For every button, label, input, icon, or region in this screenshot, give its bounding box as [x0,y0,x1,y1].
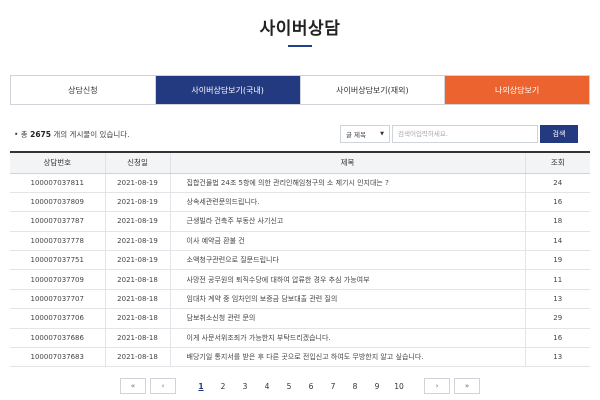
cell-views: 13 [524,347,590,368]
table-row[interactable]: 100007037686 2021-08-18 이게 사문서위조죄가 가능한지 부탁… [10,328,590,349]
first-page-button[interactable]: « [120,378,146,394]
page-number[interactable]: 6 [302,378,320,394]
cell-subject[interactable]: 소액청구관련으로 질문드립니다 [169,250,525,271]
pagination: « ‹ 1 2 3 4 5 6 7 8 9 10 › » [0,378,600,394]
tab-overseas[interactable]: 사이버상담보기(재외) [300,76,446,104]
cell-views: 16 [524,192,590,213]
table-row[interactable]: 100007037811 2021-08-19 집합건물법 24조 5항에 의한 관… [10,173,590,193]
table-row[interactable]: 100007037683 2021-08-18 배당기일 통지서를 받은 후 다른 … [10,347,590,368]
last-page-button[interactable]: » [454,378,480,394]
col-header-date: 신청일 [104,152,170,174]
cell-subject[interactable]: 담보취소신청 관련 문의 [169,308,525,329]
cell-number: 100007037683 [10,347,105,368]
search-input[interactable] [392,125,538,143]
cell-views: 19 [524,250,590,271]
page-number[interactable]: 10 [390,378,408,394]
page-number[interactable]: 9 [368,378,386,394]
table-row[interactable]: 100007037707 2021-08-18 임대차 계약 중 임차인의 보증금 … [10,289,590,310]
cell-date: 2021-08-19 [104,192,170,213]
post-count: • 총 2675 개의 게시물이 있습니다. [14,129,130,140]
col-header-subject: 제목 [169,152,525,174]
col-header-views: 조회 [524,152,590,174]
cell-number: 100007037751 [10,250,105,271]
page-number[interactable]: 5 [280,378,298,394]
search-field-value: 글 제목 [346,131,367,139]
cell-number: 100007037686 [10,328,105,349]
table-header-row: 상담번호 신청일 제목 조회 [10,152,590,174]
cell-subject[interactable]: 사망전 공무원의 퇴직수당에 대하여 압류한 경우 추심 가능여부 [169,269,525,290]
cell-number: 100007037778 [10,231,105,252]
cell-subject[interactable]: 배당기일 통지서를 받은 후 다른 곳으로 전입신고 하여도 무방한지 알고 싶… [169,347,525,368]
cell-date: 2021-08-18 [104,308,170,329]
page-number[interactable]: 2 [214,378,232,394]
table-row[interactable]: 100007037778 2021-08-19 이사 예약금 환불 건 14 [10,231,590,252]
cell-subject[interactable]: 이게 사문서위조죄가 가능한지 부탁드리겠습니다. [169,328,525,349]
cell-date: 2021-08-19 [104,173,170,193]
tab-domestic[interactable]: 사이버상담보기(국내) [155,76,301,104]
cell-subject[interactable]: 집합건물법 24조 5항에 의한 관리인해임청구의 소 제기시 인지대는 ? [169,173,525,193]
cell-number: 100007037707 [10,289,105,310]
chevron-down-icon: ▼ [380,131,384,137]
table-row[interactable]: 100007037709 2021-08-18 사망전 공무원의 퇴직수당에 대하여… [10,269,590,290]
page-title: 사이버상담 [259,19,341,39]
page-number[interactable]: 1 [192,378,210,394]
tab-apply[interactable]: 상담신청 [11,76,156,104]
cell-views: 24 [524,173,590,193]
search-bar: 글 제목 ▼ [340,125,538,143]
cell-date: 2021-08-18 [104,347,170,368]
tab-my-consultations[interactable]: 나의상담보기 [445,76,589,104]
tab-bar: 상담신청 사이버상담보기(국내) 사이버상담보기(재외) 나의상담보기 [10,75,590,105]
cell-subject[interactable]: 이사 예약금 환불 건 [169,231,525,252]
cell-subject[interactable]: 상속세관련문의드립니다. [169,192,525,213]
cell-subject[interactable]: 근생빌라 건축주 부동산 사기신고 [169,211,525,232]
table-row[interactable]: 100007037706 2021-08-18 담보취소신청 관련 문의 29 [10,308,590,329]
cell-views: 16 [524,328,590,349]
next-page-button[interactable]: › [424,378,450,394]
page-number[interactable]: 3 [236,378,254,394]
cell-date: 2021-08-19 [104,231,170,252]
search-button[interactable]: 검색 [540,125,578,143]
page-number[interactable]: 4 [258,378,276,394]
cell-views: 13 [524,289,590,310]
cell-number: 100007037706 [10,308,105,329]
cell-number: 100007037809 [10,192,105,213]
title-underline [288,45,312,47]
cell-views: 14 [524,231,590,252]
col-header-number: 상담번호 [10,152,105,174]
table-row[interactable]: 100007037751 2021-08-19 소액청구관련으로 질문드립니다 19 [10,250,590,271]
table-row[interactable]: 100007037809 2021-08-19 상속세관련문의드립니다. 16 [10,192,590,213]
cell-date: 2021-08-18 [104,289,170,310]
cell-views: 11 [524,269,590,290]
cell-views: 18 [524,211,590,232]
cell-date: 2021-08-19 [104,211,170,232]
cell-subject[interactable]: 임대차 계약 중 임차인의 보증금 담보대출 관련 질의 [169,289,525,310]
cell-views: 29 [524,308,590,329]
cell-date: 2021-08-18 [104,269,170,290]
table-row[interactable]: 100007037787 2021-08-19 근생빌라 건축주 부동산 사기신고 1… [10,211,590,232]
cell-number: 100007037787 [10,211,105,232]
consultation-table: 상담번호 신청일 제목 조회 100007037811 2021-08-19 집합건… [10,151,590,368]
post-count-number: 2675 [30,130,51,139]
page-number[interactable]: 8 [346,378,364,394]
cell-number: 100007037709 [10,269,105,290]
post-count-suffix: 개의 게시물이 있습니다. [53,130,130,139]
prev-page-button[interactable]: ‹ [150,378,176,394]
cell-number: 100007037811 [10,173,105,193]
cell-date: 2021-08-18 [104,328,170,349]
page-number[interactable]: 7 [324,378,342,394]
search-field-select[interactable]: 글 제목 ▼ [340,125,390,143]
post-count-prefix: • 총 [14,130,28,139]
cell-date: 2021-08-19 [104,250,170,271]
